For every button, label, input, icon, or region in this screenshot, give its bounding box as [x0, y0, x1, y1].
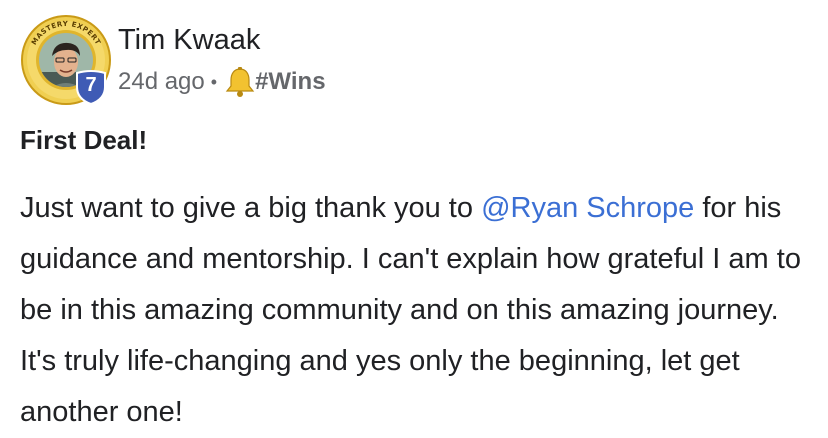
- level-badge: 7: [75, 69, 107, 105]
- user-mention-link[interactable]: @Ryan Schrope: [481, 192, 694, 224]
- post-body: Just want to give a big thank you to @Ry…: [20, 183, 810, 438]
- meta-separator: •: [210, 71, 218, 92]
- category-link[interactable]: #Wins: [255, 68, 325, 96]
- body-text-suffix: for his guidance and mentorship. I can't…: [20, 192, 801, 428]
- post-meta: 24d ago • #Wins: [118, 64, 326, 100]
- post-time[interactable]: 24d ago: [118, 68, 205, 96]
- author-avatar[interactable]: MASTERY EXPERT 7: [20, 14, 112, 106]
- bell-icon: [225, 67, 255, 97]
- body-text-prefix: Just want to give a big thank you to: [20, 192, 482, 224]
- author-name[interactable]: Tim Kwaak: [118, 22, 260, 58]
- post-title: First Deal!: [20, 125, 148, 155]
- level-number: 7: [85, 74, 97, 96]
- post-card: MASTERY EXPERT 7 Tim Kwaak 24d ago • #Wi…: [0, 0, 828, 438]
